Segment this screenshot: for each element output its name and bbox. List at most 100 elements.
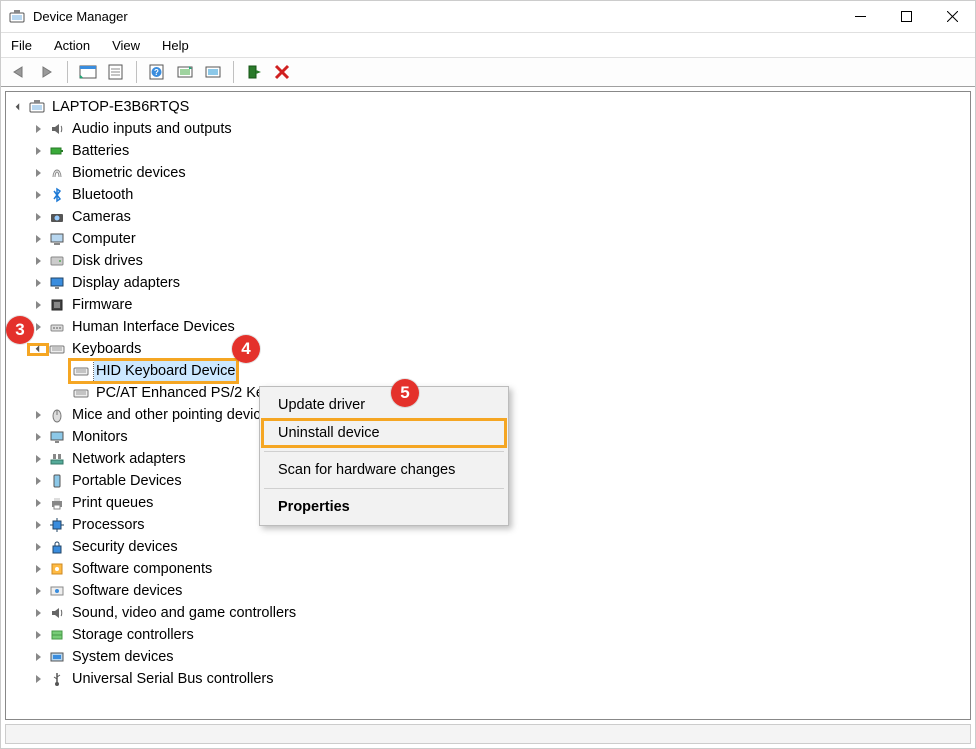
title-bar: Device Manager — [1, 1, 975, 33]
tree-category-batt[interactable]: Batteries — [6, 140, 970, 162]
cpu-icon — [48, 516, 66, 534]
back-button[interactable] — [7, 60, 31, 84]
keyboard-icon — [48, 340, 66, 358]
minimize-button[interactable] — [837, 1, 883, 32]
tree-category-hid[interactable]: Human Interface Devices — [6, 316, 970, 338]
svg-text:?: ? — [154, 68, 159, 77]
tree-category-sys[interactable]: System devices — [6, 646, 970, 668]
menu-file[interactable]: File — [9, 36, 34, 55]
tree-node-label: Disk drives — [70, 250, 145, 272]
monitor-icon — [48, 428, 66, 446]
portable-icon — [48, 472, 66, 490]
camera-icon — [48, 208, 66, 226]
expand-icon[interactable] — [30, 653, 46, 661]
collapse-icon[interactable] — [10, 105, 26, 110]
tree-category-swc[interactable]: Software components — [6, 558, 970, 580]
tree-node-label: Processors — [70, 514, 147, 536]
ctx-uninstall-device[interactable]: Uninstall device — [262, 419, 506, 447]
tree-category-bio[interactable]: Biometric devices — [6, 162, 970, 184]
tree-category-fw[interactable]: Firmware — [6, 294, 970, 316]
expand-icon[interactable] — [30, 433, 46, 441]
tree-node-label: Computer — [70, 228, 138, 250]
enable-device-button[interactable] — [242, 60, 266, 84]
maximize-button[interactable] — [883, 1, 929, 32]
tree-category-disk[interactable]: Disk drives — [6, 250, 970, 272]
expand-icon[interactable] — [30, 631, 46, 639]
scan-hardware-button[interactable] — [173, 60, 197, 84]
tree-node-label: Batteries — [70, 140, 131, 162]
storage-icon — [48, 626, 66, 644]
ctx-properties[interactable]: Properties — [262, 493, 506, 521]
annotation-4: 4 — [232, 335, 260, 363]
expand-icon[interactable] — [30, 455, 46, 463]
expand-icon[interactable] — [30, 125, 46, 133]
tree-category-cam[interactable]: Cameras — [6, 206, 970, 228]
expand-icon[interactable] — [30, 477, 46, 485]
chip-icon — [48, 296, 66, 314]
tree-node-label: Biometric devices — [70, 162, 188, 184]
tree-category-audio[interactable]: Audio inputs and outputs — [6, 118, 970, 140]
toolbar: ? — [1, 57, 975, 87]
ctx-separator — [264, 451, 504, 452]
menu-action[interactable]: Action — [52, 36, 92, 55]
menu-bar: File Action View Help — [1, 33, 975, 57]
tree-node-label: Storage controllers — [70, 624, 196, 646]
expand-icon[interactable] — [30, 587, 46, 595]
tree-root[interactable]: LAPTOP-E3B6RTQS — [6, 96, 970, 118]
fingerprint-icon — [48, 164, 66, 182]
expand-icon[interactable] — [30, 565, 46, 573]
expand-icon[interactable] — [30, 257, 46, 265]
bluetooth-icon — [48, 186, 66, 204]
hid-icon — [48, 318, 66, 336]
help-button[interactable]: ? — [145, 60, 169, 84]
expand-icon[interactable] — [30, 213, 46, 221]
tree-category-swd[interactable]: Software devices — [6, 580, 970, 602]
close-button[interactable] — [929, 1, 975, 32]
expand-icon[interactable] — [30, 499, 46, 507]
expand-icon[interactable] — [30, 543, 46, 551]
menu-help[interactable]: Help — [160, 36, 191, 55]
swdev-icon — [48, 582, 66, 600]
app-icon — [9, 9, 25, 25]
tree-category-stor[interactable]: Storage controllers — [6, 624, 970, 646]
show-hide-console-button[interactable] — [76, 60, 100, 84]
keyboard-icon — [72, 384, 90, 402]
ctx-scan-hardware[interactable]: Scan for hardware changes — [262, 456, 506, 484]
tree-category-usb[interactable]: Universal Serial Bus controllers — [6, 668, 970, 690]
tree-device-keyboard-0[interactable]: HID Keyboard Device — [6, 360, 970, 382]
tree-category-snd[interactable]: Sound, video and game controllers — [6, 602, 970, 624]
expand-icon[interactable] — [30, 235, 46, 243]
computer_root-icon — [28, 98, 46, 116]
network-icon — [48, 450, 66, 468]
expand-icon[interactable] — [30, 301, 46, 309]
tree-category-disp[interactable]: Display adapters — [6, 272, 970, 294]
tree-node-label: Keyboards — [70, 338, 143, 360]
expand-icon[interactable] — [30, 411, 46, 419]
tree-node-label: System devices — [70, 646, 176, 668]
uninstall-device-button[interactable] — [270, 60, 294, 84]
tree-category-comp[interactable]: Computer — [6, 228, 970, 250]
expand-icon[interactable] — [30, 675, 46, 683]
usb-icon — [48, 670, 66, 688]
tree-node-label: Human Interface Devices — [70, 316, 237, 338]
properties-button[interactable] — [104, 60, 128, 84]
highlighted-selection: HID Keyboard Device — [70, 360, 237, 382]
expand-icon[interactable] — [30, 521, 46, 529]
ctx-update-driver[interactable]: Update driver — [262, 391, 506, 419]
tree-category-sec[interactable]: Security devices — [6, 536, 970, 558]
tree-node-label: Monitors — [70, 426, 130, 448]
collapse-icon[interactable] — [30, 346, 46, 353]
expand-icon[interactable] — [30, 609, 46, 617]
expand-icon[interactable] — [30, 169, 46, 177]
update-driver-button[interactable] — [201, 60, 225, 84]
tree-node-label: HID Keyboard Device — [94, 360, 237, 382]
expand-icon[interactable] — [30, 279, 46, 287]
tree-category-bt[interactable]: Bluetooth — [6, 184, 970, 206]
expand-icon[interactable] — [30, 147, 46, 155]
tree-node-label: Firmware — [70, 294, 134, 316]
forward-button[interactable] — [35, 60, 59, 84]
expand-icon[interactable] — [30, 191, 46, 199]
window-controls — [837, 1, 975, 32]
tree-category-kb[interactable]: Keyboards — [6, 338, 970, 360]
menu-view[interactable]: View — [110, 36, 142, 55]
